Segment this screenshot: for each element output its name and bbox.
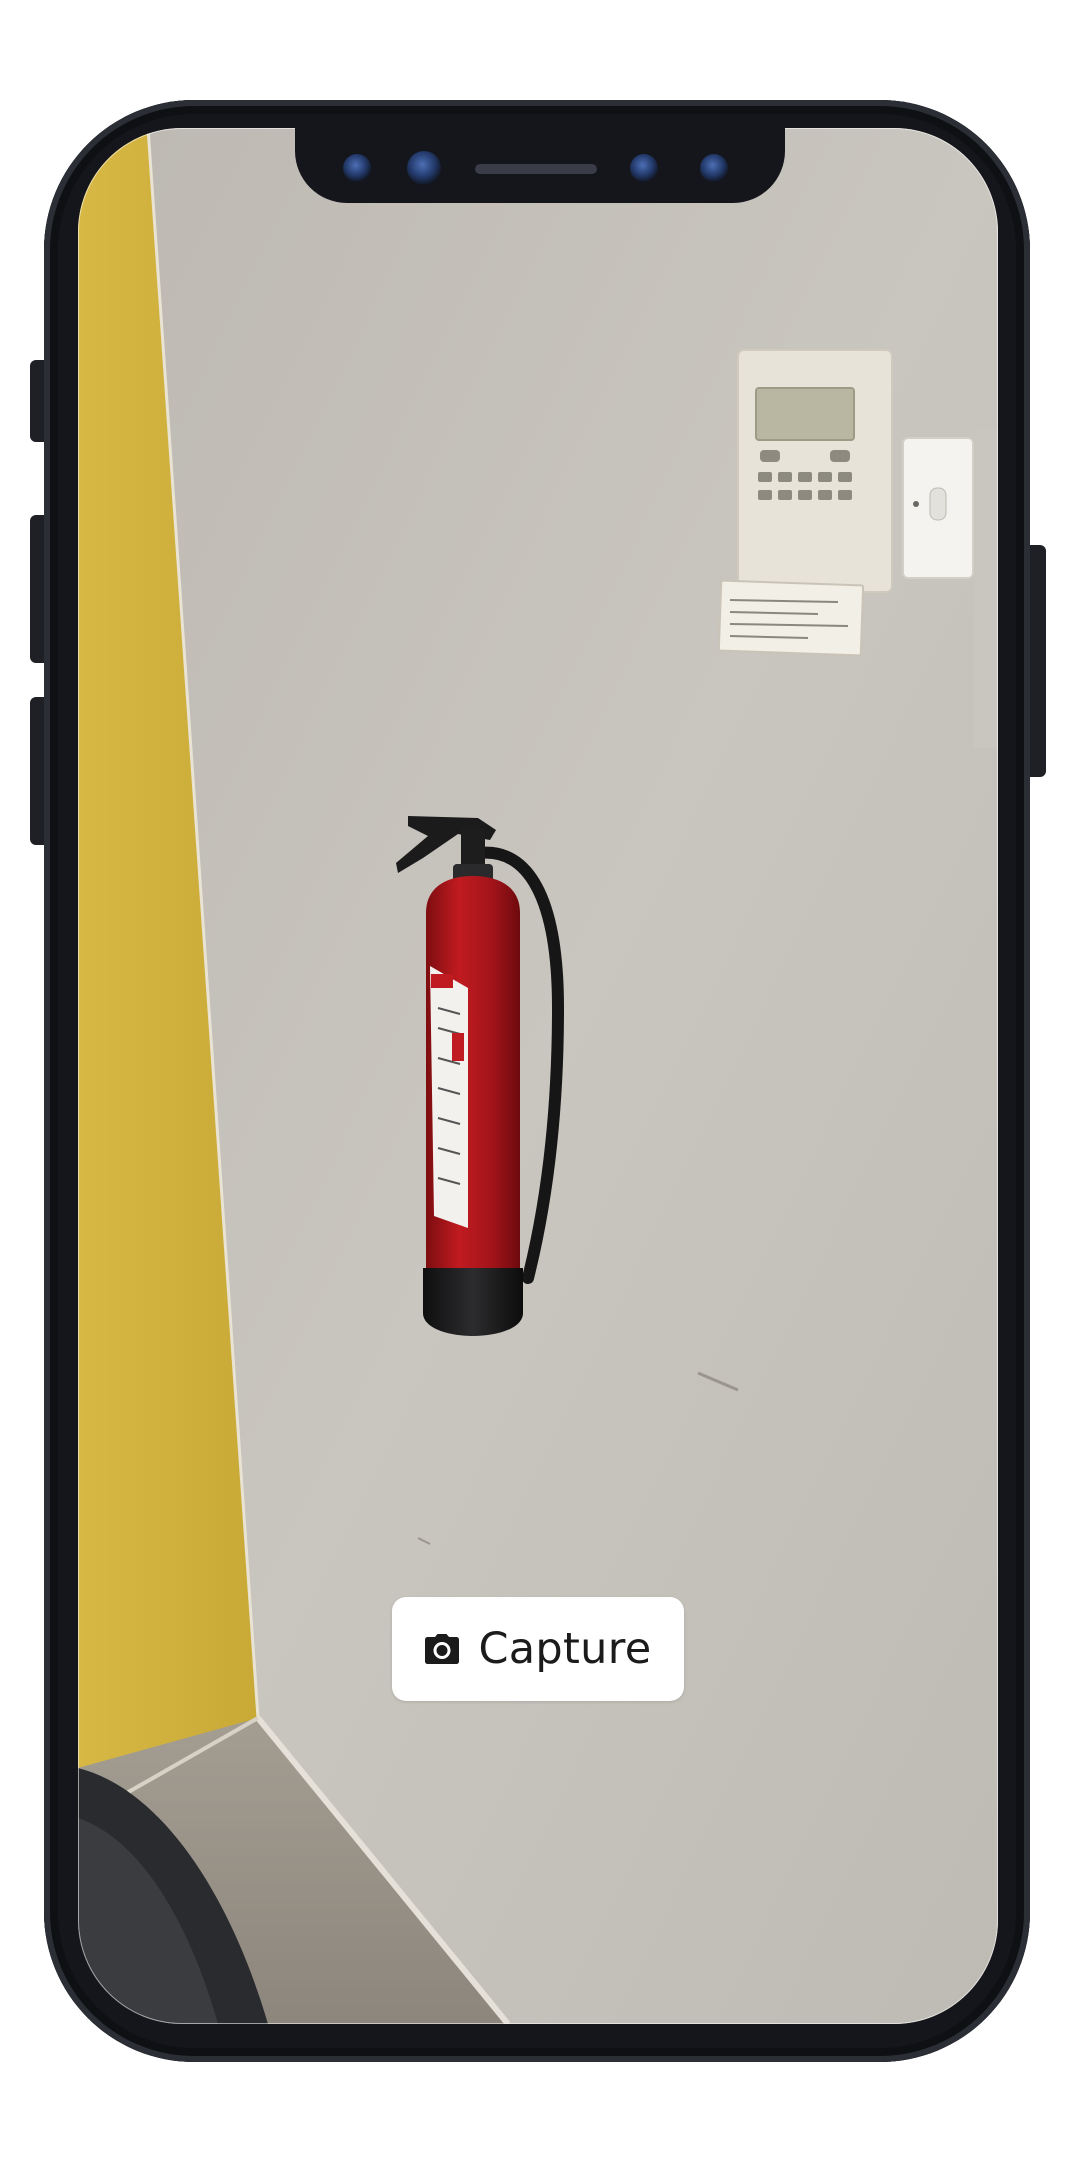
notch bbox=[295, 128, 785, 203]
sensor-icon bbox=[700, 154, 728, 182]
capture-button[interactable]: Capture bbox=[392, 1597, 684, 1701]
camera-icon bbox=[425, 1634, 460, 1664]
front-camera-icon bbox=[407, 151, 441, 185]
mockup-canvas: Capture bbox=[0, 0, 1076, 2166]
capture-label: Capture bbox=[478, 1624, 652, 1674]
phone-screen bbox=[78, 128, 998, 2024]
sensor-icon bbox=[343, 154, 371, 182]
screen-bezel-edge bbox=[78, 128, 998, 2024]
sensor-icon bbox=[630, 154, 658, 182]
earpiece-speaker bbox=[475, 164, 597, 174]
